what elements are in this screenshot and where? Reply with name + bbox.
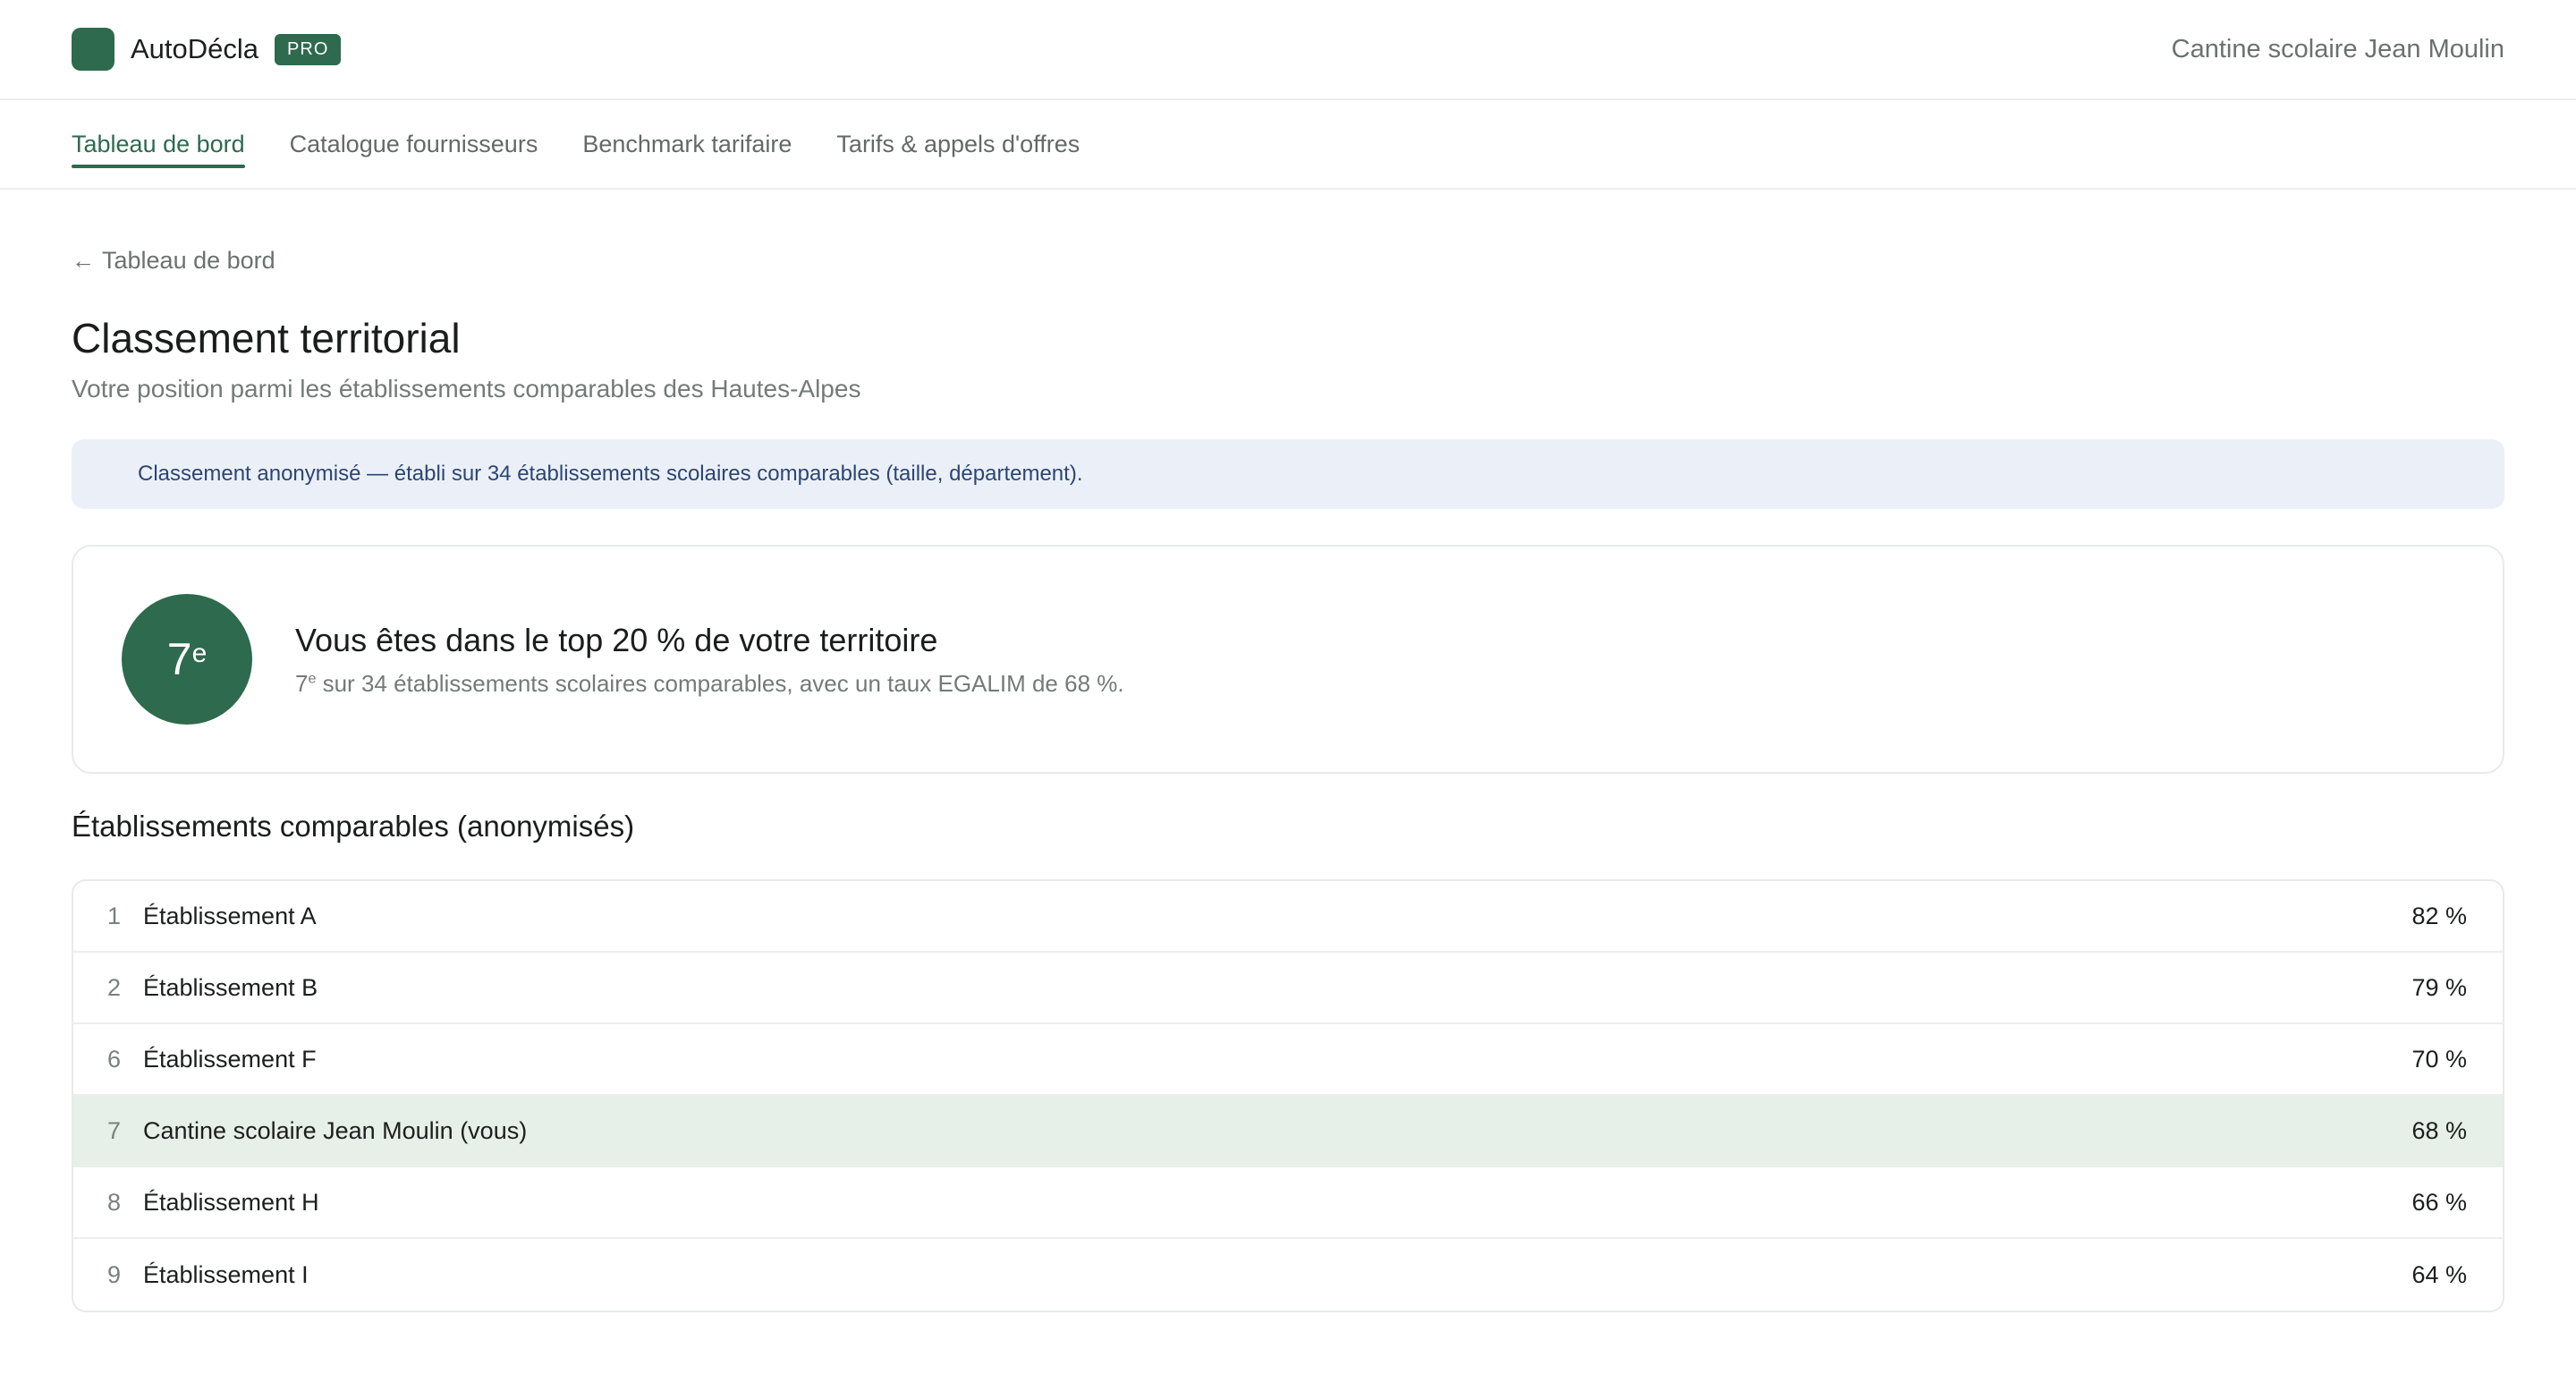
table-row[interactable]: 8 Établissement H 66 % (73, 1167, 2503, 1239)
rank-card: 7e Vous êtes dans le top 20 % de votre t… (72, 545, 2504, 774)
app-name: AutoDécla (131, 33, 259, 64)
row-name: Cantine scolaire Jean Moulin (vous) (143, 1116, 528, 1144)
back-link[interactable]: ← Tableau de bord (72, 247, 275, 275)
brand[interactable]: AutoDécla PRO (72, 28, 342, 71)
tab-benchmark-tarifaire[interactable]: Benchmark tarifaire (582, 100, 792, 188)
row-name: Établissement B (143, 973, 318, 1001)
row-name: Établissement I (143, 1260, 309, 1288)
table-row[interactable]: 9 Établissement I 64 % (73, 1239, 2503, 1310)
table-row[interactable]: 6 Établissement F 70 % (73, 1024, 2503, 1096)
anonymized-notice: Classement anonymisé — établi sur 34 éta… (72, 439, 2504, 509)
rank-title: Vous êtes dans le top 20 % de votre terr… (295, 621, 938, 658)
rank-suffix: e (191, 639, 208, 668)
rank-detail: 7e sur 34 établissements scolaires compa… (295, 670, 1124, 698)
row-rank: 6 (107, 1045, 122, 1073)
tab-tableau-de-bord[interactable]: Tableau de bord (72, 100, 245, 188)
arrow-left-icon: ← (72, 247, 95, 274)
rank-badge: 7e (122, 594, 252, 725)
rank-detail-number: 7 (295, 669, 309, 697)
row-rank: 8 (107, 1188, 122, 1216)
row-rate: 64 % (2411, 1260, 2467, 1288)
back-link-label: Tableau de bord (102, 247, 275, 274)
rank-detail-text: sur 34 établissements scolaires comparab… (316, 669, 1124, 697)
current-establishment: Cantine scolaire Jean Moulin (2171, 34, 2504, 64)
row-rate: 70 % (2411, 1045, 2467, 1073)
row-rank: 7 (107, 1116, 122, 1144)
rank-number: 7 (166, 634, 192, 684)
table-row-current-establishment[interactable]: 7 Cantine scolaire Jean Moulin (vous) 68… (73, 1096, 2503, 1167)
pro-badge: PRO (275, 33, 342, 65)
top-bar: AutoDécla PRO Cantine scolaire Jean Moul… (0, 0, 2576, 100)
tab-tarifs-appels-offres[interactable]: Tarifs & appels d'offres (836, 100, 1080, 188)
row-rank: 9 (107, 1260, 122, 1288)
table-row[interactable]: 2 Établissement B 79 % (73, 953, 2503, 1024)
row-name: Établissement F (143, 1045, 317, 1073)
page-title: Classement territorial (72, 315, 461, 361)
row-rate: 66 % (2411, 1188, 2467, 1216)
row-rate: 82 % (2411, 902, 2467, 929)
main-content: ← Tableau de bord Classement territorial… (0, 247, 2576, 1312)
page-subtitle: Votre position parmi les établissements … (72, 375, 861, 403)
row-rank: 1 (107, 902, 122, 929)
row-rate: 68 % (2411, 1116, 2467, 1144)
tab-catalogue-fournisseurs[interactable]: Catalogue fournisseurs (290, 100, 538, 188)
app-logo-icon (72, 28, 114, 71)
table-row[interactable]: 1 Établissement A 82 % (73, 881, 2503, 953)
notice-text: Classement anonymisé — établi sur 34 éta… (138, 462, 1083, 486)
comparables-table: 1 Établissement A 82 % 2 Établissement B… (72, 879, 2504, 1312)
row-name: Établissement A (143, 902, 317, 929)
row-rank: 2 (107, 973, 122, 1001)
comparables-title: Établissements comparables (anonymisés) (72, 810, 635, 843)
row-rate: 79 % (2411, 973, 2467, 1001)
rank-summary: Vous êtes dans le top 20 % de votre terr… (295, 622, 1124, 698)
main-nav: Tableau de bord Catalogue fournisseurs B… (0, 100, 2576, 190)
row-name: Établissement H (143, 1188, 319, 1216)
